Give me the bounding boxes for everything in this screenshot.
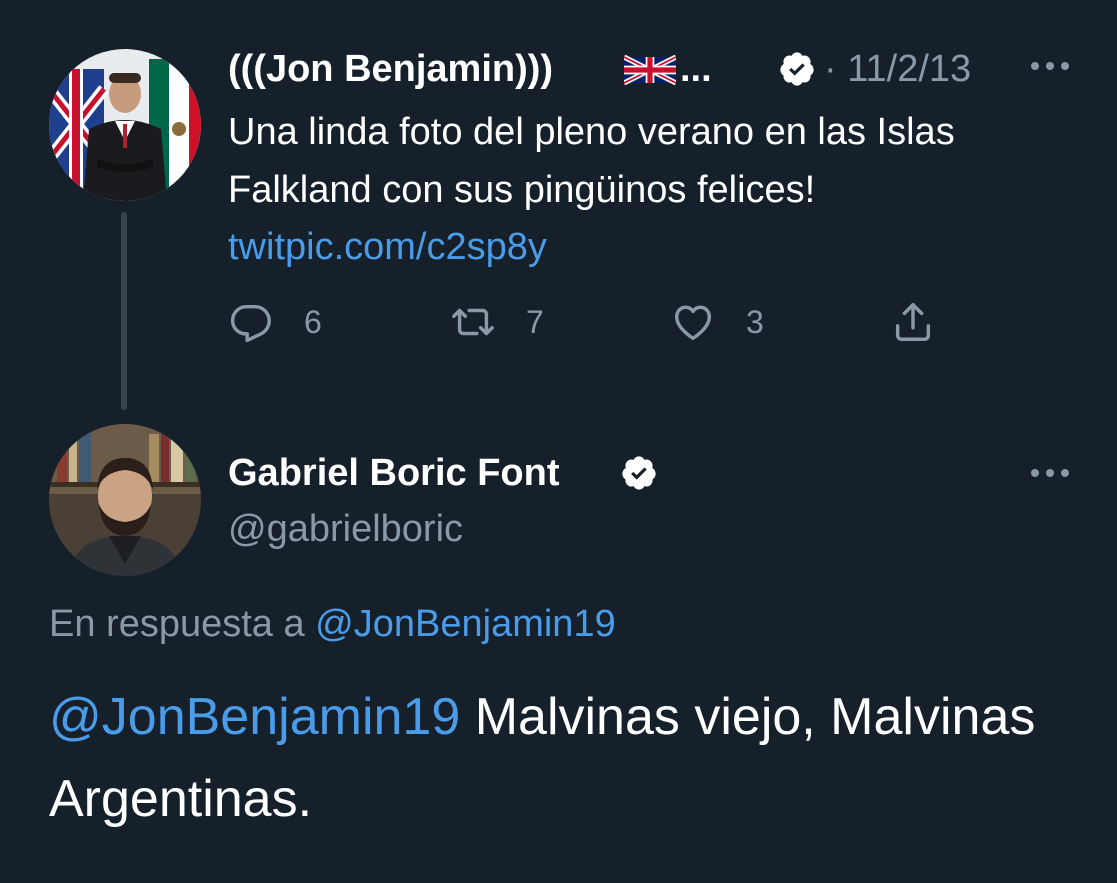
reply-count: 6 [304, 303, 322, 340]
thread-connector-line [121, 212, 127, 410]
name-truncation-ellipsis: ... [680, 48, 712, 90]
reply-author-name[interactable]: Gabriel Boric Font [228, 450, 559, 496]
tweet-thread: (((Jon Benjamin))) ... · 11/2/13 Una lin… [0, 0, 1117, 883]
reply-button[interactable]: 6 [228, 296, 322, 348]
parent-tweet-header: (((Jon Benjamin))) ... · 11/2/13 [228, 40, 1088, 96]
like-button[interactable]: 3 [670, 296, 764, 348]
in-reply-prefix: En respuesta a [49, 603, 305, 645]
uk-flag-icon [624, 55, 676, 85]
reply-icon [230, 304, 271, 343]
tweet-actions-bar: 6 7 3 [228, 296, 988, 348]
retweet-count: 7 [526, 303, 544, 340]
verified-badge-icon [780, 52, 814, 86]
retweet-icon [452, 308, 494, 336]
tweet-date[interactable]: · 11/2/13 [824, 46, 971, 92]
reply-tweet-text: @JonBenjamin19 Malvinas viejo, Malvinas … [49, 676, 1069, 840]
in-reply-mention-link[interactable]: @JonBenjamin19 [315, 603, 616, 645]
parent-author-name[interactable]: (((Jon Benjamin))) [228, 46, 553, 92]
parent-tweet-link[interactable]: twitpic.com/c2sp8y [228, 218, 547, 276]
more-options-icon[interactable] [1028, 59, 1072, 73]
verified-badge-icon [622, 456, 656, 490]
retweet-button[interactable]: 7 [450, 296, 544, 348]
reply-author-handle[interactable]: @gabrielboric [228, 506, 463, 552]
more-options-icon[interactable] [1028, 466, 1072, 480]
share-icon [895, 303, 931, 341]
heart-icon [674, 305, 712, 341]
in-reply-to-line: En respuesta a @JonBenjamin19 [49, 601, 616, 647]
gabriel-boric-avatar[interactable] [49, 424, 201, 576]
like-count: 3 [746, 303, 764, 340]
share-button[interactable] [890, 296, 936, 348]
reply-mention-link[interactable]: @JonBenjamin19 [49, 688, 460, 746]
parent-tweet-text: Una linda foto del pleno verano en las I… [228, 111, 955, 211]
jon-benjamin-avatar[interactable] [49, 49, 201, 201]
